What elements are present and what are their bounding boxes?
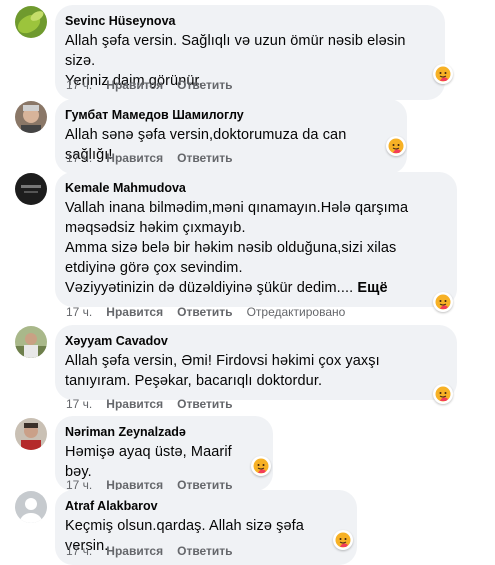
reaction-badge[interactable] <box>333 530 353 550</box>
comment-author[interactable]: Kemale Mahmudova <box>65 180 445 196</box>
comment-text: Allah şəfa versin, Əmi! Firdovsi həkimi … <box>65 353 380 389</box>
like-button[interactable]: Нравится <box>106 305 163 319</box>
comment-time[interactable]: 17 ч. <box>66 305 92 319</box>
comment-text: Həmişə ayaq üstə, Maarif bəy. <box>65 444 232 480</box>
care-emoji-icon <box>335 532 351 548</box>
reply-button[interactable]: Ответить <box>177 78 232 92</box>
like-button[interactable]: Нравится <box>106 151 163 165</box>
comment-author[interactable]: Sevinc Hüseynova <box>65 13 433 29</box>
care-emoji-icon <box>435 66 451 82</box>
avatar[interactable] <box>15 418 47 450</box>
man-red-photo-icon <box>15 418 47 450</box>
outdoor-photo-icon <box>15 326 47 358</box>
default-avatar-icon <box>15 491 47 523</box>
comment-author[interactable]: Nəriman Zeynalzadə <box>65 424 261 440</box>
avatar[interactable] <box>15 6 47 38</box>
reply-button[interactable]: Ответить <box>177 305 232 319</box>
avatar[interactable] <box>15 173 47 205</box>
comment-actions: 17 ч. Нравится Ответить <box>66 543 233 559</box>
care-emoji-icon <box>435 386 451 402</box>
comment-actions: 17 ч. Нравится Ответить <box>66 150 233 166</box>
reaction-badge[interactable] <box>433 292 453 312</box>
avatar[interactable] <box>15 491 47 523</box>
see-more-link[interactable]: Ещё <box>357 280 387 296</box>
like-button[interactable]: Нравится <box>106 544 163 558</box>
man-photo-icon <box>15 101 47 133</box>
care-emoji-icon <box>435 294 451 310</box>
reaction-badge[interactable] <box>251 456 271 476</box>
avatar[interactable] <box>15 101 47 133</box>
care-emoji-icon <box>253 458 269 474</box>
comment-bubble: Xəyyam Cavadov Allah şəfa versin, Əmi! F… <box>55 325 457 400</box>
reply-button[interactable]: Ответить <box>177 544 232 558</box>
reaction-badge[interactable] <box>386 136 406 156</box>
reply-button[interactable]: Ответить <box>177 151 232 165</box>
comment-author[interactable]: Гумбат Мамедов Шамилоглу <box>65 107 395 123</box>
comment-time[interactable]: 17 ч. <box>66 397 92 411</box>
reaction-badge[interactable] <box>433 64 453 84</box>
comment-actions: 17 ч. Нравится Ответить <box>66 396 233 412</box>
leaf-photo-icon <box>15 6 47 38</box>
avatar[interactable] <box>15 326 47 358</box>
comment-author[interactable]: Atraf Alakbarov <box>65 498 345 514</box>
edited-label: Отредактировано <box>246 305 346 319</box>
comment-text: Vallah inana bilmədim,məni qınamayın.Həl… <box>65 198 445 298</box>
dark-photo-icon <box>15 173 47 205</box>
care-emoji-icon <box>388 138 404 154</box>
comment-time[interactable]: 17 ч. <box>66 151 92 165</box>
like-button[interactable]: Нравится <box>106 78 163 92</box>
reaction-badge[interactable] <box>433 384 453 404</box>
reply-button[interactable]: Ответить <box>177 397 232 411</box>
comment-bubble: Kemale Mahmudova Vallah inana bilmədim,m… <box>55 172 457 307</box>
comment-actions: 17 ч. Нравится Ответить Отредактировано <box>66 304 345 320</box>
comment-actions: 17 ч. Нравится Ответить <box>66 77 233 93</box>
comment-time[interactable]: 17 ч. <box>66 78 92 92</box>
like-button[interactable]: Нравится <box>106 397 163 411</box>
comment-time[interactable]: 17 ч. <box>66 544 92 558</box>
comment-author[interactable]: Xəyyam Cavadov <box>65 333 445 349</box>
